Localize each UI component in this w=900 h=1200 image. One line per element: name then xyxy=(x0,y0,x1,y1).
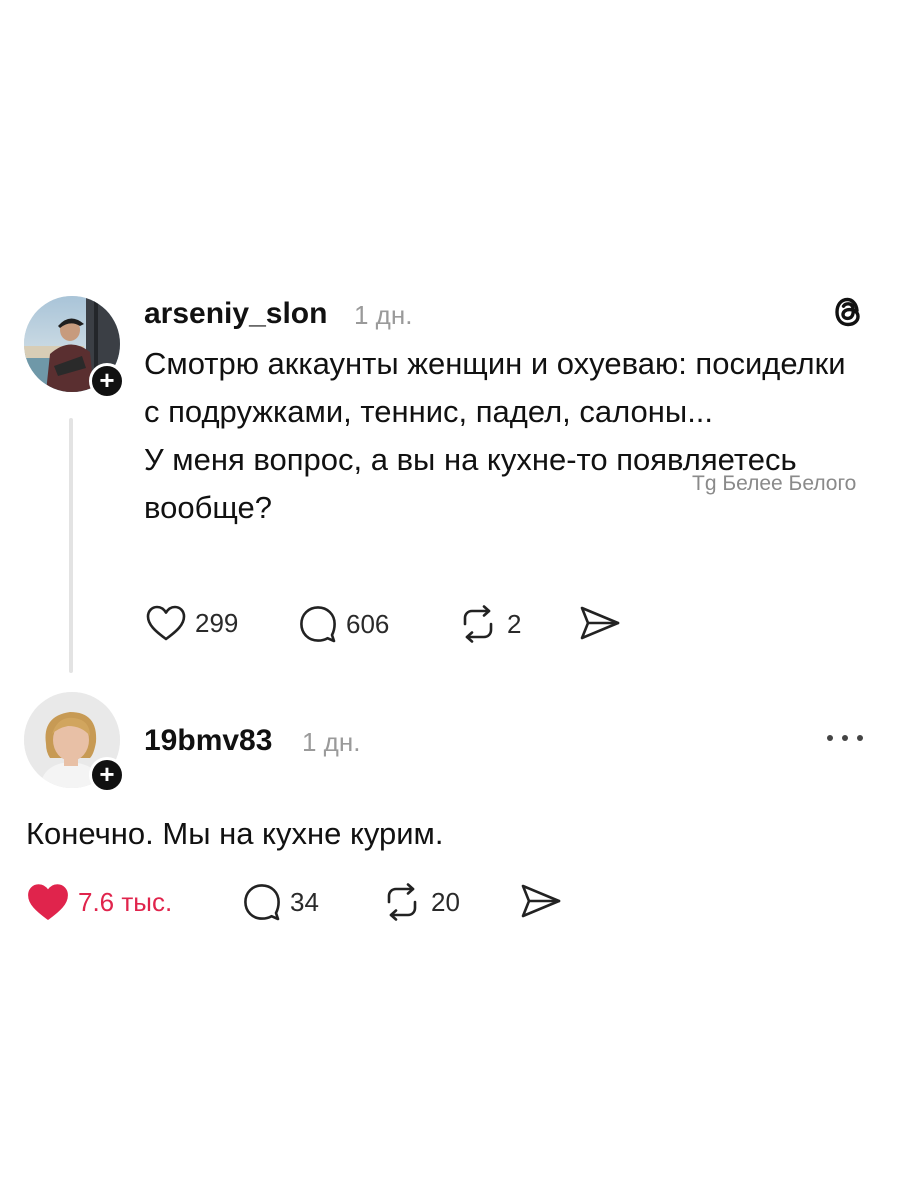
send-icon xyxy=(580,606,620,640)
comment-count: 606 xyxy=(346,608,390,639)
more-options-icon[interactable] xyxy=(822,728,868,753)
reply-repost-count: 20 xyxy=(431,886,460,917)
share-button[interactable] xyxy=(578,604,622,642)
post-timestamp: 1 дн. xyxy=(354,300,413,330)
reply-share-button[interactable] xyxy=(519,882,563,920)
reply-repost-button[interactable]: 20 xyxy=(381,882,460,922)
heart-outline-icon xyxy=(146,605,186,641)
reply-comment-count: 34 xyxy=(290,886,319,917)
follow-plus-icon[interactable]: + xyxy=(89,363,125,399)
like-button[interactable]: 299 xyxy=(145,604,238,642)
reply-comment-button[interactable]: 34 xyxy=(242,882,319,922)
reply-body: Конечно. Мы на кухне курим. xyxy=(26,816,444,851)
post-paragraph: Смотрю аккаунты женщин и охуеваю: посиде… xyxy=(144,346,846,429)
like-count: 299 xyxy=(195,607,239,638)
comment-bubble-icon xyxy=(244,884,280,921)
reply-timestamp: 1 дн. xyxy=(302,727,361,757)
thread-connector-line xyxy=(69,418,73,673)
reply-username[interactable]: 19bmv83 xyxy=(144,724,272,758)
channel-watermark: Tg Белее Белого xyxy=(692,472,857,496)
reply-like-count: 7.6 тыс. xyxy=(78,886,173,917)
repost-icon xyxy=(387,883,417,921)
repost-icon xyxy=(463,605,493,643)
reply-follow-plus-icon[interactable]: + xyxy=(89,757,125,793)
repost-count: 2 xyxy=(507,608,522,639)
comment-button[interactable]: 606 xyxy=(298,604,389,644)
reply-like-button[interactable]: 7.6 тыс. xyxy=(26,882,172,922)
repost-button[interactable]: 2 xyxy=(457,604,521,644)
send-icon xyxy=(521,884,561,918)
author-username[interactable]: arseniy_slon xyxy=(144,297,327,331)
comment-bubble-icon xyxy=(300,606,336,643)
heart-filled-icon xyxy=(28,884,68,920)
threads-logo-icon xyxy=(828,292,868,337)
post-body: Смотрю аккаунты женщин и охуеваю: посиде… xyxy=(144,340,864,532)
